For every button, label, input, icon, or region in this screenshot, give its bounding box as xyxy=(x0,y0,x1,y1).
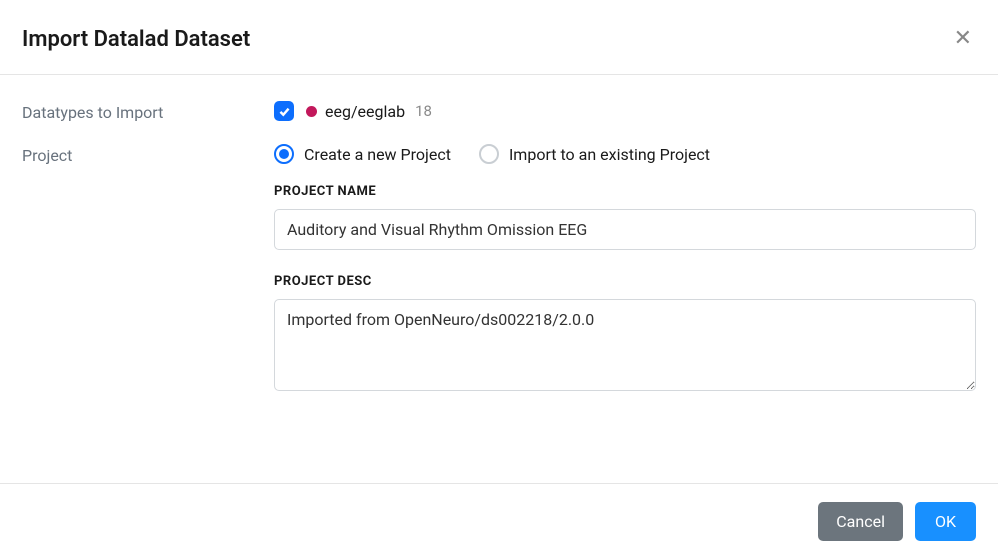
datatype-count: 18 xyxy=(415,102,432,120)
datatypes-label: Datatypes to Import xyxy=(22,101,274,122)
radio-create-project[interactable]: Create a new Project xyxy=(274,144,451,164)
modal-header: Import Datalad Dataset ✕ xyxy=(0,0,998,75)
modal-title: Import Datalad Dataset xyxy=(22,27,250,52)
row-project: Project Create a new Project Import to a… xyxy=(22,144,976,419)
field-project-desc: Project Desc xyxy=(274,274,976,395)
datatype-color-dot xyxy=(306,106,317,117)
modal-body: Datatypes to Import eeg/eeglab 18 Projec… xyxy=(0,75,998,483)
radio-create-label: Create a new Project xyxy=(304,145,451,164)
project-name-label: Project Name xyxy=(274,184,976,199)
row-datatypes: Datatypes to Import eeg/eeglab 18 xyxy=(22,101,976,122)
check-icon xyxy=(278,105,291,118)
field-project-name: Project Name xyxy=(274,184,976,250)
datatypes-control: eeg/eeglab 18 xyxy=(274,101,976,121)
project-radio-group: Create a new Project Import to an existi… xyxy=(274,144,976,164)
ok-button[interactable]: OK xyxy=(915,502,976,541)
datatype-item: eeg/eeglab 18 xyxy=(274,101,976,121)
close-icon[interactable]: ✕ xyxy=(950,24,976,54)
datatype-name: eeg/eeglab xyxy=(325,102,405,121)
project-desc-label: Project Desc xyxy=(274,274,976,289)
project-label: Project xyxy=(22,144,274,165)
project-name-input[interactable] xyxy=(274,209,976,250)
project-desc-input[interactable] xyxy=(274,299,976,391)
radio-icon xyxy=(479,144,499,164)
cancel-button[interactable]: Cancel xyxy=(818,502,903,541)
radio-existing-project[interactable]: Import to an existing Project xyxy=(479,144,710,164)
import-modal: Import Datalad Dataset ✕ Datatypes to Im… xyxy=(0,0,998,559)
project-control: Create a new Project Import to an existi… xyxy=(274,144,976,419)
modal-footer: Cancel OK xyxy=(0,483,998,559)
datatype-checkbox[interactable] xyxy=(274,101,294,121)
radio-icon xyxy=(274,144,294,164)
radio-existing-label: Import to an existing Project xyxy=(509,145,710,164)
